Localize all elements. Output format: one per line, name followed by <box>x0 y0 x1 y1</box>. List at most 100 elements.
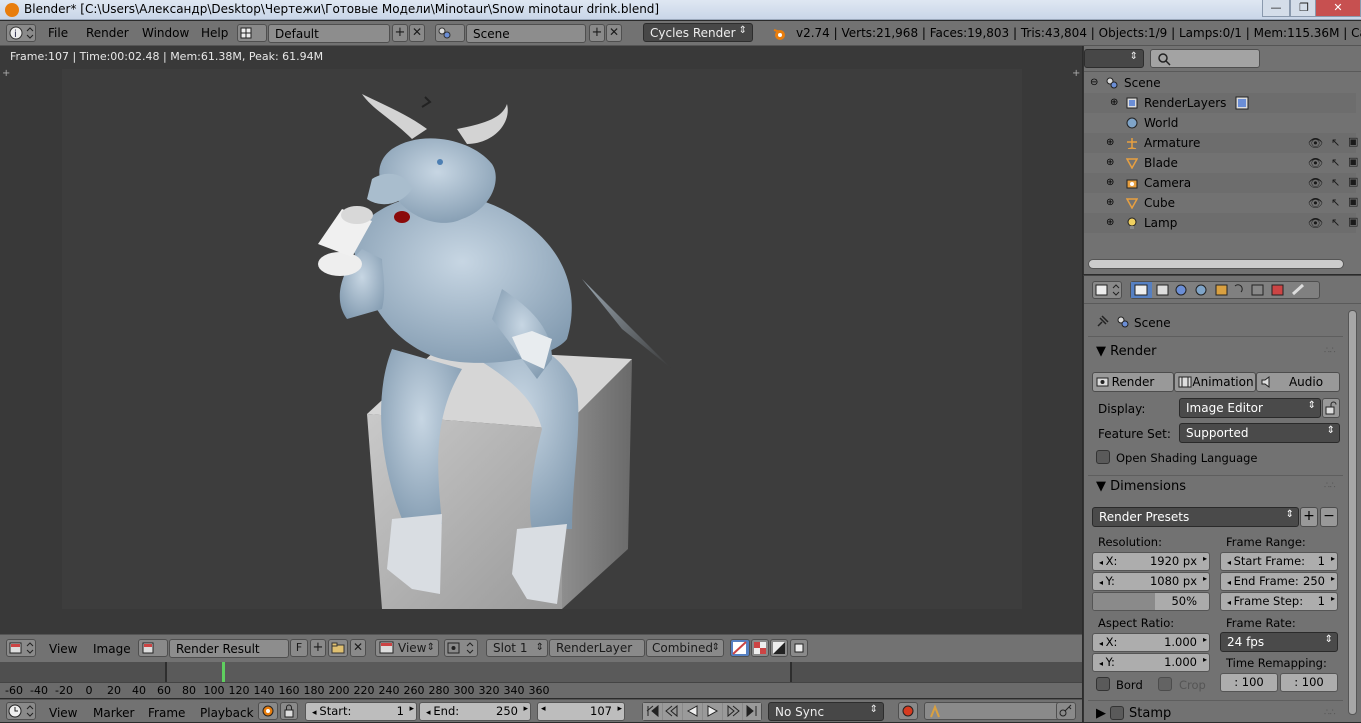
crop-checkbox[interactable] <box>1158 677 1172 691</box>
draw-zbuffer-button[interactable] <box>770 639 788 657</box>
expand-icon[interactable]: ⊕ <box>1106 157 1114 168</box>
outliner-horizontal-scrollbar[interactable] <box>1088 259 1344 269</box>
area-corner-plus-icon[interactable]: + <box>1072 68 1080 79</box>
render-camera-icon[interactable]: ▣ <box>1348 215 1358 228</box>
outliner-row-armature[interactable]: ⊕ Armature 👁 ↖ ▣ <box>1084 133 1358 153</box>
play-reverse-icon[interactable] <box>683 703 702 720</box>
render-result-canvas[interactable] <box>62 69 1022 609</box>
time-remap-new-field[interactable]: : 100 <box>1280 673 1338 692</box>
render-slot-dropdown[interactable]: Slot 1 ⇕ <box>486 639 548 657</box>
time-remap-old-field[interactable]: : 100 <box>1220 673 1278 692</box>
visibility-eye-icon[interactable]: 👁 <box>1308 136 1323 150</box>
render-pass-dropdown[interactable]: Combined ⇕ <box>646 639 724 657</box>
scene-selector-button[interactable] <box>435 24 465 42</box>
screen-layout-button[interactable] <box>237 24 267 42</box>
render-camera-icon[interactable]: ▣ <box>1348 155 1358 168</box>
outliner-row-world[interactable]: World <box>1084 113 1356 133</box>
visibility-eye-icon[interactable]: 👁 <box>1308 216 1323 230</box>
audio-button[interactable]: Audio <box>1256 372 1340 392</box>
expand-icon[interactable]: ⊕ <box>1110 97 1118 108</box>
add-scene-button[interactable]: + <box>589 24 605 42</box>
outliner-display-mode-dropdown[interactable]: ⇕ <box>1084 49 1144 68</box>
frame-rate-dropdown[interactable]: 24 fps ⇕ <box>1220 632 1338 652</box>
use-preview-range-button[interactable] <box>258 702 278 720</box>
pin-icon[interactable] <box>1094 314 1110 330</box>
scope-button[interactable] <box>790 639 808 657</box>
expand-icon[interactable]: ⊕ <box>1106 177 1114 188</box>
outliner-row-cube[interactable]: ⊕ Cube 👁 ↖ ▣ <box>1084 193 1358 213</box>
visibility-eye-icon[interactable]: 👁 <box>1308 196 1323 210</box>
start-frame-field[interactable]: ◂ Start Frame: 1 ▸ <box>1220 552 1338 571</box>
aspect-y-field[interactable]: ◂ Y: 1.000 ▸ <box>1092 653 1210 672</box>
stamp-panel-toggle[interactable]: ▶ <box>1096 706 1106 721</box>
resolution-x-field[interactable]: ◂ X: 1920 px ▸ <box>1092 552 1210 571</box>
menu-file[interactable]: File <box>48 26 68 40</box>
image-name-field[interactable]: Render Result <box>169 639 289 658</box>
frame-step-field[interactable]: ◂ Frame Step: 1 ▸ <box>1220 592 1338 611</box>
open-image-button[interactable] <box>328 639 348 657</box>
insert-keyframe-button[interactable] <box>1056 702 1076 720</box>
aspect-x-field[interactable]: ◂ X: 1.000 ▸ <box>1092 633 1210 652</box>
outliner-search-input[interactable] <box>1150 49 1260 68</box>
pivot-point-dropdown[interactable] <box>444 639 478 657</box>
outliner-row-scene[interactable]: ⊖ Scene <box>1084 73 1356 93</box>
menu-image[interactable]: Image <box>93 642 131 656</box>
menu-help[interactable]: Help <box>201 26 228 40</box>
visibility-eye-icon[interactable]: 👁 <box>1308 156 1323 170</box>
panel-drag-handle-icon[interactable]: ∴∴ <box>1324 481 1335 491</box>
area-corner-plus-icon[interactable]: + <box>2 68 10 79</box>
expand-icon[interactable]: ⊕ <box>1106 137 1114 148</box>
render-presets-dropdown[interactable]: Render Presets ⇕ <box>1092 507 1299 527</box>
border-checkbox[interactable] <box>1096 677 1110 691</box>
menu-playback[interactable]: Playback <box>200 706 254 720</box>
render-camera-icon[interactable]: ▣ <box>1348 135 1358 148</box>
unlink-image-button[interactable]: ✕ <box>350 639 366 657</box>
jump-keyframe-back-icon[interactable] <box>663 703 682 720</box>
outliner-row-blade[interactable]: ⊕ Blade 👁 ↖ ▣ <box>1084 153 1358 173</box>
jump-end-icon[interactable] <box>743 703 761 720</box>
start-frame-field[interactable]: ◂ Start: 1 ▸ <box>305 702 417 721</box>
keying-set-field[interactable] <box>924 702 1064 720</box>
add-layout-button[interactable]: + <box>392 24 408 42</box>
draw-alpha-button[interactable] <box>751 639 769 657</box>
timeline-strip[interactable] <box>0 662 1082 682</box>
lock-interface-button[interactable] <box>1322 398 1340 418</box>
render-camera-icon[interactable]: ▣ <box>1348 175 1358 188</box>
osl-checkbox[interactable] <box>1096 450 1110 464</box>
render-panel-toggle[interactable]: ▼ Render <box>1096 344 1156 359</box>
scene-field[interactable]: Scene <box>466 24 586 43</box>
menu-view[interactable]: View <box>49 706 77 720</box>
timeline-area[interactable]: -60 -40 -20 0 20 40 60 80 100 120 140 160 180 200 220 2… <box>0 662 1082 698</box>
end-frame-field[interactable]: ◂ End Frame: 250 ▸ <box>1220 572 1338 591</box>
jump-keyframe-forward-icon[interactable] <box>723 703 742 720</box>
add-preset-button[interactable]: + <box>1300 507 1318 527</box>
animation-button[interactable]: Animation <box>1174 372 1256 392</box>
timeline-ruler[interactable]: -60 -40 -20 0 20 40 60 80 100 120 140 160 180 200 220 2… <box>0 682 1082 698</box>
new-image-button[interactable]: + <box>310 639 326 657</box>
outliner-row-lamp[interactable]: ⊕ Lamp 👁 ↖ ▣ <box>1084 213 1358 233</box>
end-frame-field[interactable]: ◂ End: 250 ▸ <box>419 702 531 721</box>
render-button[interactable]: Render <box>1092 372 1174 392</box>
view-mode-dropdown[interactable]: View ⇕ <box>375 639 439 657</box>
properties-vertical-scrollbar[interactable] <box>1348 310 1357 715</box>
select-arrow-icon[interactable]: ↖ <box>1331 136 1340 149</box>
resolution-y-field[interactable]: ◂ Y: 1080 px ▸ <box>1092 572 1210 591</box>
lock-time-cursor-button[interactable] <box>280 702 298 720</box>
image-editor[interactable]: Frame:107 | Time:00:02.48 | Mem:61.38M, … <box>0 46 1082 634</box>
menu-marker[interactable]: Marker <box>93 706 134 720</box>
outliner-row-camera[interactable]: ⊕ Camera 👁 ↖ ▣ <box>1084 173 1358 193</box>
current-frame-playhead[interactable] <box>221 662 225 682</box>
expand-icon[interactable]: ⊕ <box>1106 197 1114 208</box>
select-arrow-icon[interactable]: ↖ <box>1331 216 1340 229</box>
editor-type-info-button[interactable]: i <box>6 24 36 42</box>
select-arrow-icon[interactable]: ↖ <box>1331 156 1340 169</box>
close-window-button[interactable]: ✕ <box>1315 0 1361 17</box>
render-layer-dropdown[interactable]: RenderLayer <box>549 639 645 657</box>
menu-view[interactable]: View <box>49 642 77 656</box>
draw-color-button[interactable] <box>730 639 750 657</box>
minimize-button[interactable]: — <box>1262 0 1290 17</box>
sync-mode-dropdown[interactable]: No Sync ⇕ <box>768 702 884 721</box>
render-camera-icon[interactable]: ▣ <box>1348 195 1358 208</box>
menu-render[interactable]: Render <box>86 26 129 40</box>
dimensions-panel-toggle[interactable]: ▼ Dimensions <box>1096 479 1186 494</box>
